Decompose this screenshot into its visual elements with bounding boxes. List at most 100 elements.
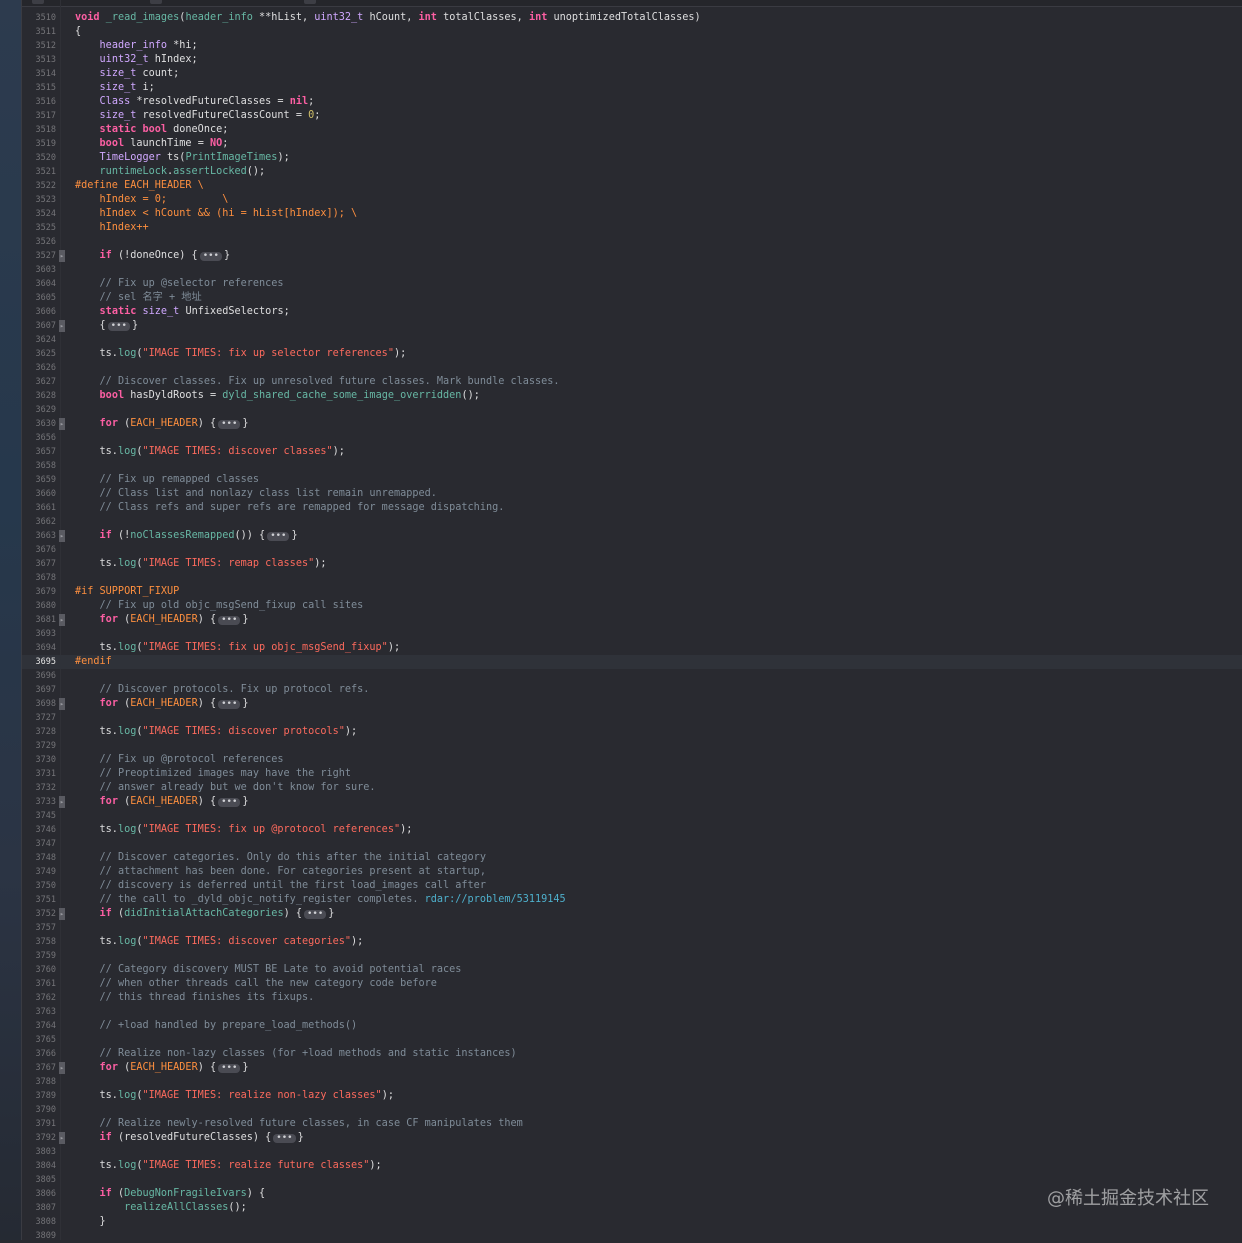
code-line[interactable]: 3732 // answer already but we don't know… <box>22 781 1242 795</box>
folded-code-ellipsis[interactable]: ••• <box>303 910 327 919</box>
code-line[interactable]: 3767 ▸ for (EACH_HEADER) {•••} <box>22 1061 1242 1075</box>
folded-code-ellipsis[interactable]: ••• <box>267 532 290 541</box>
code-line[interactable]: 3515 size_t i; <box>22 81 1242 95</box>
code-line[interactable]: 3766 // Realize non-lazy classes (for +l… <box>22 1047 1242 1061</box>
code-line[interactable]: 3511 { <box>22 25 1242 39</box>
code-line[interactable]: 3729 <box>22 739 1242 753</box>
code-line[interactable]: 3512 header_info *hi; <box>22 39 1242 53</box>
code-line[interactable]: 3657 ts.log("IMAGE TIMES: discover class… <box>22 445 1242 459</box>
code-line[interactable]: 3727 <box>22 711 1242 725</box>
code-line[interactable]: 3750 // discovery is deferred until the … <box>22 879 1242 893</box>
code-line[interactable]: 3696 <box>22 669 1242 683</box>
code-line[interactable]: 3604 // Fix up @selector references <box>22 277 1242 291</box>
code-line[interactable]: 3693 <box>22 627 1242 641</box>
code-line[interactable]: 3629 <box>22 403 1242 417</box>
fold-ribbon-icon[interactable]: ▸ <box>59 320 65 332</box>
code-line[interactable]: 3658 <box>22 459 1242 473</box>
code-line[interactable]: 3676 <box>22 543 1242 557</box>
code-line[interactable]: 3603 <box>22 263 1242 277</box>
code-line[interactable]: 3746 ts.log("IMAGE TIMES: fix up @protoc… <box>22 823 1242 837</box>
code-line[interactable]: 3626 <box>22 361 1242 375</box>
code-line[interactable]: 3760 // Category discovery MUST BE Late … <box>22 963 1242 977</box>
code-line[interactable]: 3697 // Discover protocols. Fix up proto… <box>22 683 1242 697</box>
code-line[interactable]: 3765 <box>22 1033 1242 1047</box>
code-line[interactable]: 3681 ▸ for (EACH_HEADER) {•••} <box>22 613 1242 627</box>
code-line[interactable]: 3761 // when other threads call the new … <box>22 977 1242 991</box>
code-line[interactable]: 3522 #define EACH_HEADER \ <box>22 179 1242 193</box>
tab-indicator[interactable] <box>32 0 44 4</box>
code-line[interactable]: 3510 void _read_images(header_info **hLis… <box>22 11 1242 25</box>
folded-code-ellipsis[interactable]: ••• <box>273 1134 296 1143</box>
code-line[interactable]: 3607 ▸ {•••} <box>22 319 1242 333</box>
code-line[interactable]: 3660 // Class list and nonlazy class lis… <box>22 487 1242 501</box>
folded-code-ellipsis[interactable]: ••• <box>218 798 241 807</box>
code-editor[interactable]: 3510 void _read_images(header_info **hLis… <box>22 11 1242 1243</box>
code-line[interactable]: 3678 <box>22 571 1242 585</box>
code-line[interactable]: 3519 bool launchTime = NO; <box>22 137 1242 151</box>
folded-code-ellipsis[interactable]: ••• <box>218 616 241 625</box>
code-line[interactable]: 3790 <box>22 1103 1242 1117</box>
code-line[interactable]: 3627 // Discover classes. Fix up unresol… <box>22 375 1242 389</box>
code-line[interactable]: 3749 // attachment has been done. For ca… <box>22 865 1242 879</box>
code-line[interactable]: 3730 // Fix up @protocol references <box>22 753 1242 767</box>
code-line[interactable]: 3764 // +load handled by prepare_load_me… <box>22 1019 1242 1033</box>
code-line[interactable]: 3695 #endif <box>22 655 1242 669</box>
code-line[interactable]: 3523 hIndex = 0; \ <box>22 193 1242 207</box>
code-line[interactable]: 3521 runtimeLock.assertLocked(); <box>22 165 1242 179</box>
folded-code-ellipsis[interactable]: ••• <box>107 322 130 331</box>
code-line[interactable]: 3809 <box>22 1229 1242 1243</box>
tab-indicator[interactable] <box>304 0 316 4</box>
code-line[interactable]: 3752 ▸ if (didInitialAttachCategories) {•… <box>22 907 1242 921</box>
code-line[interactable]: 3694 ts.log("IMAGE TIMES: fix up objc_ms… <box>22 641 1242 655</box>
code-line[interactable]: 3757 <box>22 921 1242 935</box>
code-line[interactable]: 3680 // Fix up old objc_msgSend_fixup ca… <box>22 599 1242 613</box>
code-line[interactable]: 3513 uint32_t hIndex; <box>22 53 1242 67</box>
code-line[interactable]: 3663 ▸ if (!noClassesRemapped()) {•••} <box>22 529 1242 543</box>
code-line[interactable]: 3656 <box>22 431 1242 445</box>
code-line[interactable]: 3518 static bool doneOnce; <box>22 123 1242 137</box>
code-line[interactable]: 3791 // Realize newly-resolved future cl… <box>22 1117 1242 1131</box>
fold-ribbon-icon[interactable]: ▸ <box>59 614 65 626</box>
code-line[interactable]: 3659 // Fix up remapped classes <box>22 473 1242 487</box>
code-line[interactable]: 3524 hIndex < hCount && (hi = hList[hInd… <box>22 207 1242 221</box>
folded-code-ellipsis[interactable]: ••• <box>218 1064 241 1073</box>
code-line[interactable]: 3625 ts.log("IMAGE TIMES: fix up selecto… <box>22 347 1242 361</box>
code-line[interactable]: 3514 size_t count; <box>22 67 1242 81</box>
code-line[interactable]: 3516 Class *resolvedFutureClasses = nil; <box>22 95 1242 109</box>
code-token[interactable]: rdar://problem/53119145 <box>425 894 566 905</box>
fold-ribbon-icon[interactable]: ▸ <box>59 1132 65 1144</box>
code-line[interactable]: 3698 ▸ for (EACH_HEADER) {•••} <box>22 697 1242 711</box>
fold-ribbon-icon[interactable]: ▸ <box>59 250 65 262</box>
code-line[interactable]: 3527 ▸ if (!doneOnce) {•••} <box>22 249 1242 263</box>
code-line[interactable]: 3762 // this thread finishes its fixups. <box>22 991 1242 1005</box>
code-line[interactable]: 3788 <box>22 1075 1242 1089</box>
fold-ribbon-icon[interactable]: ▸ <box>59 1062 65 1074</box>
code-line[interactable]: 3677 ts.log("IMAGE TIMES: remap classes"… <box>22 557 1242 571</box>
code-line[interactable]: 3628 bool hasDyldRoots = dyld_shared_cac… <box>22 389 1242 403</box>
fold-ribbon-icon[interactable]: ▸ <box>59 908 65 920</box>
code-line[interactable]: 3520 TimeLogger ts(PrintImageTimes); <box>22 151 1242 165</box>
code-line[interactable]: 3759 <box>22 949 1242 963</box>
fold-ribbon-icon[interactable]: ▸ <box>59 698 65 710</box>
tab-indicator[interactable] <box>150 0 162 4</box>
code-line[interactable]: 3758 ts.log("IMAGE TIMES: discover categ… <box>22 935 1242 949</box>
code-line[interactable]: 3792 ▸ if (resolvedFutureClasses) {•••} <box>22 1131 1242 1145</box>
code-line[interactable]: 3748 // Discover categories. Only do thi… <box>22 851 1242 865</box>
code-line[interactable]: 3662 <box>22 515 1242 529</box>
code-line[interactable]: 3789 ts.log("IMAGE TIMES: realize non-la… <box>22 1089 1242 1103</box>
code-line[interactable]: 3803 <box>22 1145 1242 1159</box>
code-line[interactable]: 3525 hIndex++ <box>22 221 1242 235</box>
code-line[interactable]: 3733 ▸ for (EACH_HEADER) {•••} <box>22 795 1242 809</box>
code-line[interactable]: 3679 #if SUPPORT_FIXUP <box>22 585 1242 599</box>
folded-code-ellipsis[interactable]: ••• <box>199 252 222 261</box>
code-line[interactable]: 3517 size_t resolvedFutureClassCount = 0… <box>22 109 1242 123</box>
code-line[interactable]: 3624 <box>22 333 1242 347</box>
folded-code-ellipsis[interactable]: ••• <box>218 420 241 429</box>
code-line[interactable]: 3630 ▸ for (EACH_HEADER) {•••} <box>22 417 1242 431</box>
code-line[interactable]: 3661 // Class refs and super refs are re… <box>22 501 1242 515</box>
code-line[interactable]: 3763 <box>22 1005 1242 1019</box>
fold-ribbon-icon[interactable]: ▸ <box>59 418 65 430</box>
code-line[interactable]: 3606 static size_t UnfixedSelectors; <box>22 305 1242 319</box>
folded-code-ellipsis[interactable]: ••• <box>218 700 241 709</box>
code-line[interactable]: 3605 // sel 名字 + 地址 <box>22 291 1242 305</box>
